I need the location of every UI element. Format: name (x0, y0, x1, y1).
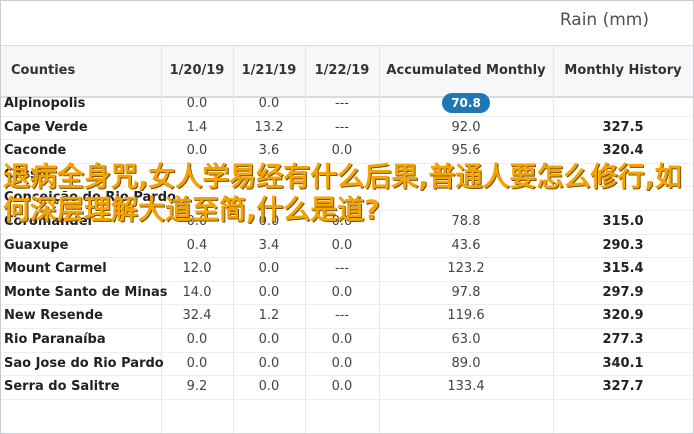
table-row[interactable]: Serra do Salitre 9.2 0.0 0.0 133.4 327.7 (1, 375, 693, 400)
cell-d2: 13.2 (254, 119, 284, 135)
table-row[interactable]: Mount Carmel 12.0 0.0 --- 123.2 315.4 (1, 257, 693, 282)
county-name: New Resende (4, 308, 103, 324)
cell-hist: 320.9 (602, 308, 644, 324)
table-row[interactable]: Monte Santo de Minas 14.0 0.0 0.0 97.8 297.9 (1, 281, 693, 306)
cell-acc: 43.6 (451, 237, 481, 253)
table-title: Rain (mm) (559, 10, 649, 30)
cell-hist: 315.4 (602, 261, 644, 277)
cell-d2: 3.4 (258, 237, 280, 253)
county-name: Monte Santo de Minas (4, 284, 168, 300)
cell-d3: --- (334, 119, 350, 135)
county-name: Guaxupe (4, 237, 69, 253)
col-header-counties[interactable]: Counties (11, 46, 81, 96)
cell-d2: 0.0 (258, 379, 280, 395)
cell-d3: --- (334, 96, 350, 111)
cell-hist: 327.5 (602, 119, 644, 135)
cell-acc: 92.0 (451, 119, 481, 135)
cell-d1: 1.4 (186, 119, 208, 135)
cell-d3: --- (334, 308, 350, 324)
cell-d1: 32.4 (182, 308, 212, 324)
col-header-history[interactable]: Monthly History (553, 46, 693, 96)
cell-d2: 0.0 (258, 261, 280, 277)
overlay-banner-text: 退病全身咒,女人学易经有什么后果,普通人要怎么修行,如何深层理解大道至简,什么是… (3, 162, 682, 226)
county-name: Rio Paranaíba (4, 332, 106, 347)
cell-acc: 63.0 (451, 332, 481, 347)
cell-d2: 1.2 (258, 308, 280, 324)
cell-hist (553, 92, 693, 116)
table-row[interactable]: Guaxupe 0.4 3.4 0.0 43.6 290.3 (1, 234, 693, 259)
cell-d2: 0.0 (258, 332, 280, 347)
cell-d3: 0.0 (331, 355, 353, 371)
table-row[interactable]: Alpinopolis 0.0 0.0 --- 70.8 (1, 92, 693, 117)
title-bar: Rain (mm) (1, 1, 693, 45)
cell-d1: 0.0 (186, 143, 208, 159)
cell-acc: 95.6 (451, 143, 481, 159)
cell-hist: 320.4 (602, 143, 644, 159)
cell-d2: 0.0 (258, 284, 280, 300)
cell-d3: 0.0 (331, 237, 353, 253)
county-name: Mount Carmel (4, 261, 107, 277)
table-header: Counties 1/20/19 1/21/19 1/22/19 Accumul… (1, 45, 693, 98)
cell-d1: 0.4 (186, 237, 208, 253)
cell-d3: 0.0 (331, 284, 353, 300)
table-row[interactable]: Cape Verde 1.4 13.2 --- 92.0 327.5 (1, 116, 693, 141)
county-name: Caconde (4, 143, 67, 159)
cell-d1: 14.0 (182, 284, 212, 300)
table-row[interactable]: New Resende 32.4 1.2 --- 119.6 320.9 (1, 304, 693, 329)
col-header-day1[interactable]: 1/20/19 (161, 46, 233, 96)
cell-acc: 89.0 (451, 355, 481, 371)
col-header-day2[interactable]: 1/21/19 (233, 46, 305, 96)
cell-d1: 12.0 (182, 261, 212, 277)
cell-d1: 0.0 (186, 332, 208, 347)
county-name: Sao Jose do Rio Pardo (4, 355, 164, 371)
col-header-accumulated[interactable]: Accumulated Monthly (379, 46, 553, 96)
cell-hist: 277.3 (602, 332, 644, 347)
cell-d3: 0.0 (331, 379, 353, 395)
cell-d1: 9.2 (186, 379, 208, 395)
accumulated-badge: 70.8 (379, 92, 553, 116)
cell-d1: 0.0 (186, 355, 208, 371)
cell-d2: 0.0 (258, 355, 280, 371)
cell-hist: 290.3 (602, 237, 644, 253)
cell-d3: --- (334, 261, 350, 277)
cell-hist: 340.1 (602, 355, 644, 371)
table-row[interactable]: Sao Jose do Rio Pardo 0.0 0.0 0.0 89.0 340.1 (1, 352, 693, 377)
cell-d3: 0.0 (331, 332, 353, 347)
cell-acc: 123.2 (447, 261, 485, 277)
cell-d2: 3.6 (258, 143, 280, 159)
cell-hist: 297.9 (602, 284, 644, 300)
cell-acc: 133.4 (447, 379, 485, 395)
county-name: Alpinopolis (4, 96, 86, 111)
cell-acc: 119.6 (447, 308, 485, 324)
col-header-day3[interactable]: 1/22/19 (305, 46, 379, 96)
cell-acc: 97.8 (451, 284, 481, 300)
table-row[interactable]: Rio Paranaíba 0.0 0.0 0.0 63.0 277.3 (1, 328, 693, 353)
cell-d2: 0.0 (258, 96, 280, 111)
cell-d1: 0.0 (186, 96, 208, 111)
county-name: Serra do Salitre (4, 379, 120, 395)
cell-hist: 327.7 (602, 379, 644, 395)
county-name: Cape Verde (4, 119, 88, 135)
rain-table-widget: Rain (mm) Counties 1/20/19 1/21/19 1/22/… (0, 0, 694, 434)
cell-d3: 0.0 (331, 143, 353, 159)
